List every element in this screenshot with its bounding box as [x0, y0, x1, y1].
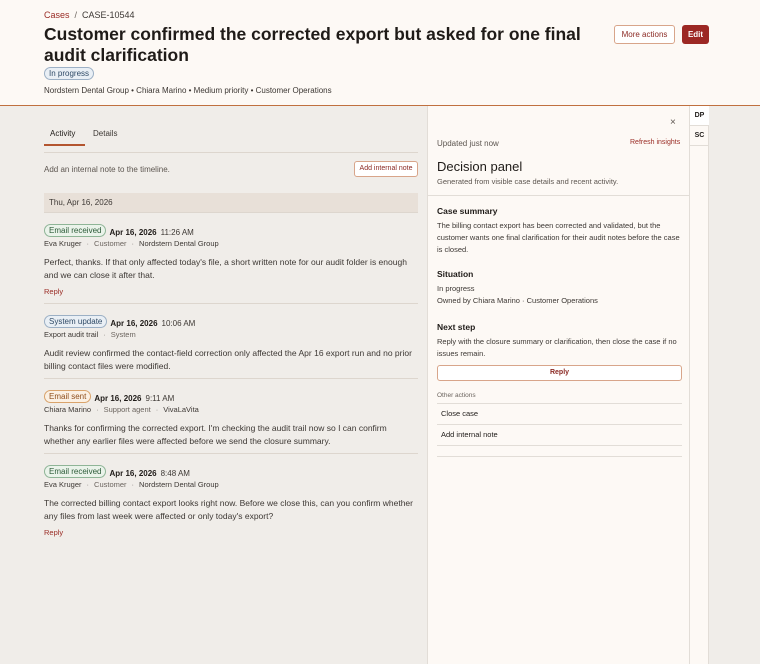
entry-author: Eva Kruger [44, 480, 82, 489]
entry-time: 11:26 AM [160, 228, 194, 237]
entry-type-badge: Email received [44, 465, 107, 479]
entry-author-line: Chiara Marino · Support agent · VivaLaVita [44, 405, 199, 414]
entry-author-line: Eva Kruger · Customer · Nordstern Dental Gro… [44, 480, 219, 489]
rail-tab-sc[interactable]: SC [690, 126, 709, 146]
timeline-entry: Email sent Apr 16, 2026 9:11 AM Chiara Mar… [44, 388, 418, 450]
entry-author: Chiara Marino [44, 405, 92, 414]
entry-header: Email received Apr 16, 2026 8:48 AM [44, 463, 190, 479]
entry-time: 8:48 AM [160, 469, 190, 478]
breadcrumb-current: CASE-10544 [82, 10, 135, 20]
entry-body: Perfect, thanks. If that only affected t… [44, 257, 407, 280]
entry-body: The corrected billing contact export loo… [44, 498, 413, 521]
entry-date: Apr 16, 2026 [109, 228, 157, 237]
entry-role: System [110, 330, 136, 339]
breadcrumb-cases-link[interactable]: Cases [44, 10, 70, 20]
next-step-heading: Next step [437, 322, 476, 332]
entry-org: Nordstern Dental Group [139, 480, 219, 489]
entry-date: Apr 16, 2026 [110, 319, 158, 328]
entry-date: Apr 16, 2026 [94, 394, 142, 403]
case-meta: Nordstern Dental Group • Chiara Marino •… [44, 86, 332, 95]
entry-role: Customer [94, 239, 127, 248]
entry-header: Email sent Apr 16, 2026 9:11 AM [44, 388, 175, 404]
internal-note-hint: Add an internal note to the timeline. [44, 165, 170, 174]
panel-title: Decision panel [437, 159, 523, 174]
panel-subtitle: Generated from visible case details and … [437, 177, 619, 186]
entry-role: Support agent [103, 405, 151, 414]
entry-time: 10:06 AM [161, 319, 196, 328]
decision-panel: × Updated just now Refresh insights Deci… [427, 106, 689, 664]
entry-type-badge: Email sent [44, 390, 92, 404]
entry-author: Export audit trail [44, 330, 99, 339]
entry-divider [44, 303, 418, 304]
entry-divider [44, 453, 418, 454]
entry-org: Nordstern Dental Group [139, 239, 219, 248]
add-internal-note-button[interactable]: Add internal note [354, 161, 418, 177]
entry-date: Apr 16, 2026 [109, 469, 157, 478]
panel-divider [428, 195, 689, 196]
breadcrumb-separator: / [74, 10, 78, 20]
situation-heading: Situation [437, 269, 474, 279]
reply-link[interactable]: Reply [44, 528, 63, 537]
reply-button[interactable]: Reply [437, 365, 682, 381]
add-internal-note-action[interactable]: Add internal note [437, 424, 682, 445]
more-actions-button[interactable]: More actions [614, 25, 675, 44]
close-icon[interactable]: × [670, 117, 676, 128]
next-step-text: Reply with the closure summary or clarif… [437, 337, 677, 358]
entry-type-badge: System update [44, 315, 108, 329]
activity-tabs: Activity Details [44, 126, 418, 153]
timeline-entry: Email received Apr 16, 2026 11:26 AM Eva K… [44, 222, 418, 302]
entry-author-line: Export audit trail · System [44, 330, 136, 339]
tab-details[interactable]: Details [93, 129, 117, 138]
case-summary-text: The billing contact export has been corr… [437, 221, 680, 254]
entry-role: Customer [94, 480, 127, 489]
timeline-entry: Email received Apr 16, 2026 8:48 AM Eva Kr… [44, 463, 418, 543]
entry-org: VivaLaVita [163, 405, 199, 414]
entry-type-badge: Email received [44, 224, 107, 238]
page-title: Customer confirmed the corrected export … [44, 24, 581, 65]
panel-divider [437, 456, 682, 457]
entry-body: Audit review confirmed the contact-field… [44, 348, 412, 371]
date-separator: Thu, Apr 16, 2026 [44, 193, 418, 213]
case-summary-heading: Case summary [437, 206, 498, 216]
entry-header: System update Apr 16, 2026 10:06 AM [44, 313, 196, 329]
entry-author: Eva Kruger [44, 239, 82, 248]
situation-status: In progress [437, 284, 475, 293]
case-header: Cases / CASE-10544 Customer confirmed the … [0, 0, 760, 106]
panel-divider [437, 445, 682, 446]
edit-button[interactable]: Edit [682, 25, 709, 44]
entry-author-line: Eva Kruger · Customer · Nordstern Dental Gro… [44, 239, 219, 248]
entry-time: 9:11 AM [145, 394, 175, 403]
active-tab-indicator [44, 144, 85, 146]
side-rail: DP SC [689, 106, 709, 664]
refresh-insights-link[interactable]: Refresh insights [630, 139, 680, 146]
timeline-entry: System update Apr 16, 2026 10:06 AM Export… [44, 313, 418, 375]
reply-link[interactable]: Reply [44, 287, 63, 296]
rail-tab-decision-panel[interactable]: DP [690, 106, 709, 126]
entry-divider [44, 378, 418, 379]
entry-body: Thanks for confirming the corrected expo… [44, 423, 387, 446]
tab-activity[interactable]: Activity [50, 129, 75, 138]
status-badge: In progress [44, 67, 95, 80]
situation-owner: Owned by Chiara Marino · Customer Operat… [437, 296, 598, 305]
panel-updated-text: Updated just now [437, 139, 499, 148]
other-actions-heading: Other actions [437, 392, 476, 399]
breadcrumb: Cases / CASE-10544 [44, 10, 135, 20]
entry-header: Email received Apr 16, 2026 11:26 AM [44, 222, 194, 238]
close-case-action[interactable]: Close case [437, 403, 682, 424]
